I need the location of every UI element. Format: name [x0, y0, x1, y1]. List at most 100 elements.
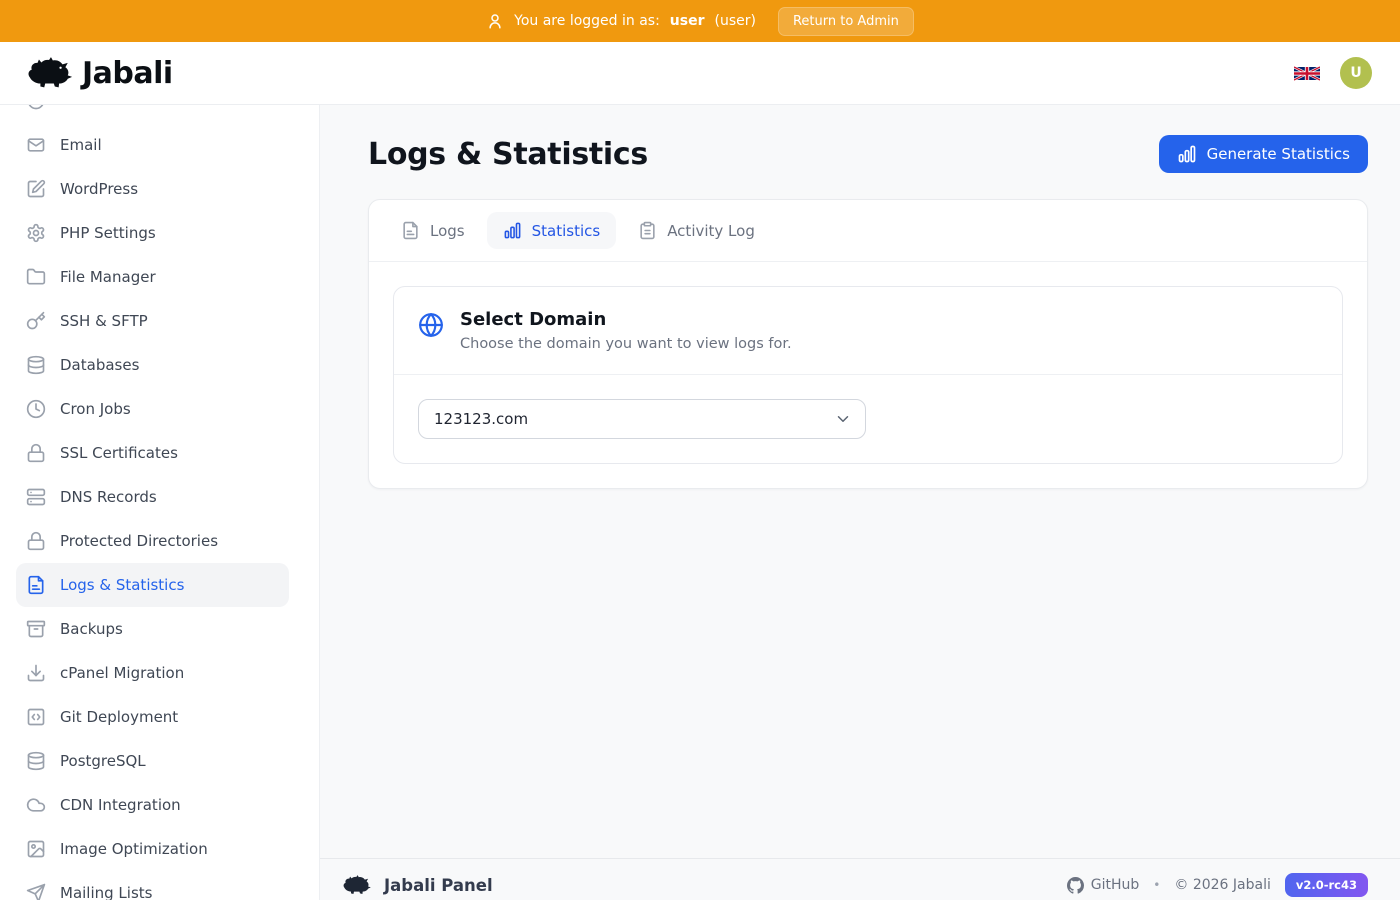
sidebar-item-clipped[interactable]	[16, 105, 289, 123]
sidebar-item-image-optimization[interactable]: Image Optimization	[16, 827, 289, 871]
lock-icon	[26, 443, 46, 463]
tab-label: Statistics	[532, 222, 601, 240]
logged-in-role: (user)	[715, 13, 756, 29]
sidebar-item-postgresql[interactable]: PostgreSQL	[16, 739, 289, 783]
sidebar-item-label: CDN Integration	[60, 796, 181, 814]
server-icon	[26, 487, 46, 507]
database-icon	[26, 355, 46, 375]
select-domain-card: Select Domain Choose the domain you want…	[393, 286, 1343, 464]
tab-logs[interactable]: Logs	[385, 212, 481, 249]
impersonation-banner: You are logged in as: user (user) Return…	[0, 0, 1400, 42]
sidebar-item-label: Logs & Statistics	[60, 576, 184, 594]
clipped-icon	[26, 105, 46, 111]
sidebar-item-label: Email	[60, 136, 102, 154]
return-to-admin-button[interactable]: Return to Admin	[778, 7, 914, 36]
language-flag-icon[interactable]	[1294, 65, 1320, 82]
sidebar-item-label: Git Deployment	[60, 708, 178, 726]
brand: Jabali	[26, 54, 173, 92]
sidebar-item-dns-records[interactable]: DNS Records	[16, 475, 289, 519]
generate-statistics-label: Generate Statistics	[1207, 145, 1350, 163]
sidebar-item-label: PostgreSQL	[60, 752, 146, 770]
domain-select-value: 123123.com	[434, 410, 528, 428]
sidebar-item-file-manager[interactable]: File Manager	[16, 255, 289, 299]
sidebar-item-label: Protected Directories	[60, 532, 218, 550]
github-label: GitHub	[1091, 877, 1140, 893]
cloud-icon	[26, 795, 46, 815]
sidebar-item-cpanel-migration[interactable]: cPanel Migration	[16, 651, 289, 695]
sidebar-item-ssh-sftp[interactable]: SSH & SFTP	[16, 299, 289, 343]
page-title: Logs & Statistics	[368, 137, 648, 172]
github-icon	[1067, 877, 1084, 894]
sidebar-item-label: DNS Records	[60, 488, 157, 506]
app-header: Jabali U	[0, 42, 1400, 105]
sidebar-item-logs-statistics[interactable]: Logs & Statistics	[16, 563, 289, 607]
sidebar-item-mailing-lists[interactable]: Mailing Lists	[16, 871, 289, 900]
code-square-icon	[26, 707, 46, 727]
tab-statistics[interactable]: Statistics	[487, 212, 617, 249]
github-link[interactable]: GitHub	[1067, 877, 1140, 894]
sidebar-item-label: PHP Settings	[60, 224, 156, 242]
image-icon	[26, 839, 46, 859]
sidebar-item-email[interactable]: Email	[16, 123, 289, 167]
sidebar-item-label: Databases	[60, 356, 139, 374]
file-text-icon	[26, 575, 46, 595]
bar-chart-icon	[503, 221, 522, 240]
sidebar-item-label: Cron Jobs	[60, 400, 131, 418]
pen-square-icon	[26, 179, 46, 199]
sidebar-item-backups[interactable]: Backups	[16, 607, 289, 651]
domain-select[interactable]: 123123.com	[418, 399, 866, 439]
user-icon	[486, 12, 504, 30]
clipboard-icon	[638, 221, 657, 240]
sidebar-item-protected-directories[interactable]: Protected Directories	[16, 519, 289, 563]
sidebar-item-databases[interactable]: Databases	[16, 343, 289, 387]
gear-icon	[26, 223, 46, 243]
footer: Jabali Panel GitHub • © 2026 Jabali v2.0…	[320, 858, 1400, 900]
send-icon	[26, 883, 46, 900]
lock-icon	[26, 531, 46, 551]
tab-bar: Logs Statistics Activity Log	[369, 200, 1367, 262]
sidebar-item-php-settings[interactable]: PHP Settings	[16, 211, 289, 255]
footer-copyright: © 2026 Jabali	[1174, 877, 1270, 893]
sidebar-item-label: SSH & SFTP	[60, 312, 148, 330]
key-icon	[26, 311, 46, 331]
archive-icon	[26, 619, 46, 639]
select-domain-title: Select Domain	[460, 309, 792, 330]
sidebar-item-label: Backups	[60, 620, 123, 638]
sidebar-item-ssl-certificates[interactable]: SSL Certificates	[16, 431, 289, 475]
footer-brand: Jabali Panel	[384, 876, 493, 895]
footer-separator: •	[1153, 878, 1160, 892]
sidebar-item-wordpress[interactable]: WordPress	[16, 167, 289, 211]
generate-statistics-button[interactable]: Generate Statistics	[1159, 135, 1368, 173]
sidebar-item-label: SSL Certificates	[60, 444, 178, 462]
logs-statistics-card: Logs Statistics Activity Log	[368, 199, 1368, 489]
sidebar-item-label: cPanel Migration	[60, 664, 184, 682]
globe-icon	[418, 312, 444, 338]
download-icon	[26, 663, 46, 683]
logged-in-username: user	[670, 13, 705, 29]
sidebar-item-label: WordPress	[60, 180, 138, 198]
tab-label: Logs	[430, 222, 465, 240]
mail-icon	[26, 135, 46, 155]
sidebar-item-cron-jobs[interactable]: Cron Jobs	[16, 387, 289, 431]
bar-chart-icon	[1177, 144, 1197, 164]
sidebar-item-label: File Manager	[60, 268, 156, 286]
clock-icon	[26, 399, 46, 419]
boar-logo-icon	[342, 873, 372, 897]
logged-in-text: You are logged in as:	[514, 13, 660, 29]
folder-icon	[26, 267, 46, 287]
chevron-down-icon	[834, 410, 852, 428]
sidebar-item-label: Image Optimization	[60, 840, 208, 858]
user-avatar[interactable]: U	[1340, 57, 1372, 89]
select-domain-subtitle: Choose the domain you want to view logs …	[460, 336, 792, 352]
boar-logo-icon	[26, 54, 74, 92]
file-text-icon	[401, 221, 420, 240]
version-badge: v2.0-rc43	[1285, 873, 1368, 897]
sidebar-item-cdn-integration[interactable]: CDN Integration	[16, 783, 289, 827]
sidebar-item-git-deployment[interactable]: Git Deployment	[16, 695, 289, 739]
tab-label: Activity Log	[667, 222, 755, 240]
sidebar-item-label: Mailing Lists	[60, 884, 152, 900]
database-icon	[26, 751, 46, 771]
sidebar-nav: Email WordPress PHP Settings File Manage…	[0, 105, 320, 900]
tab-activity-log[interactable]: Activity Log	[622, 212, 771, 249]
brand-name: Jabali	[82, 56, 173, 91]
